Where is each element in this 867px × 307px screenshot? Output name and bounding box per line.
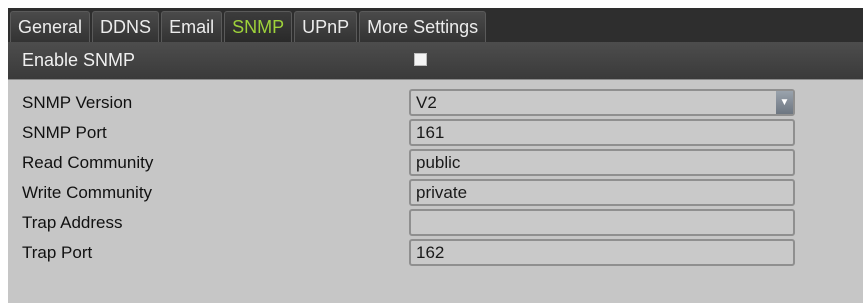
tab-ddns[interactable]: DDNS [92,11,160,42]
snmp-version-select[interactable]: V2 ▼ [409,89,795,116]
read-community-label: Read Community [22,153,154,172]
settings-tab-bar: General DDNS Email SNMP UPnP More Settin… [8,8,863,42]
enable-snmp-label: Enable SNMP [22,50,136,70]
trap-address-input[interactable] [409,209,795,236]
snmp-port-row: SNMP Port [8,118,863,148]
chevron-down-icon[interactable]: ▼ [776,91,793,114]
read-community-row: Read Community [8,148,863,178]
snmp-version-value: V2 [416,92,437,112]
write-community-row: Write Community [8,178,863,208]
snmp-version-label: SNMP Version [22,93,133,112]
write-community-input[interactable] [409,179,795,206]
read-community-input[interactable] [409,149,795,176]
write-community-label: Write Community [22,183,153,202]
snmp-version-row: SNMP Version V2 ▼ [8,88,863,118]
enable-snmp-row: Enable SNMP [8,42,863,80]
trap-port-input[interactable] [409,239,795,266]
tab-email[interactable]: Email [161,11,223,42]
trap-address-row: Trap Address [8,208,863,238]
snmp-port-label: SNMP Port [22,123,107,142]
trap-port-label: Trap Port [22,243,93,262]
enable-snmp-checkbox[interactable] [414,53,427,66]
tab-upnp[interactable]: UPnP [294,11,358,42]
snmp-port-input[interactable] [409,119,795,146]
tab-general[interactable]: General [10,11,91,42]
trap-address-label: Trap Address [22,213,123,232]
tab-snmp[interactable]: SNMP [224,11,293,42]
snmp-settings-panel: General DDNS Email SNMP UPnP More Settin… [8,8,863,303]
trap-port-row: Trap Port [8,238,863,268]
snmp-form: SNMP Version V2 ▼ SNMP Port Read Communi… [8,88,863,268]
tab-more-settings[interactable]: More Settings [359,11,487,42]
